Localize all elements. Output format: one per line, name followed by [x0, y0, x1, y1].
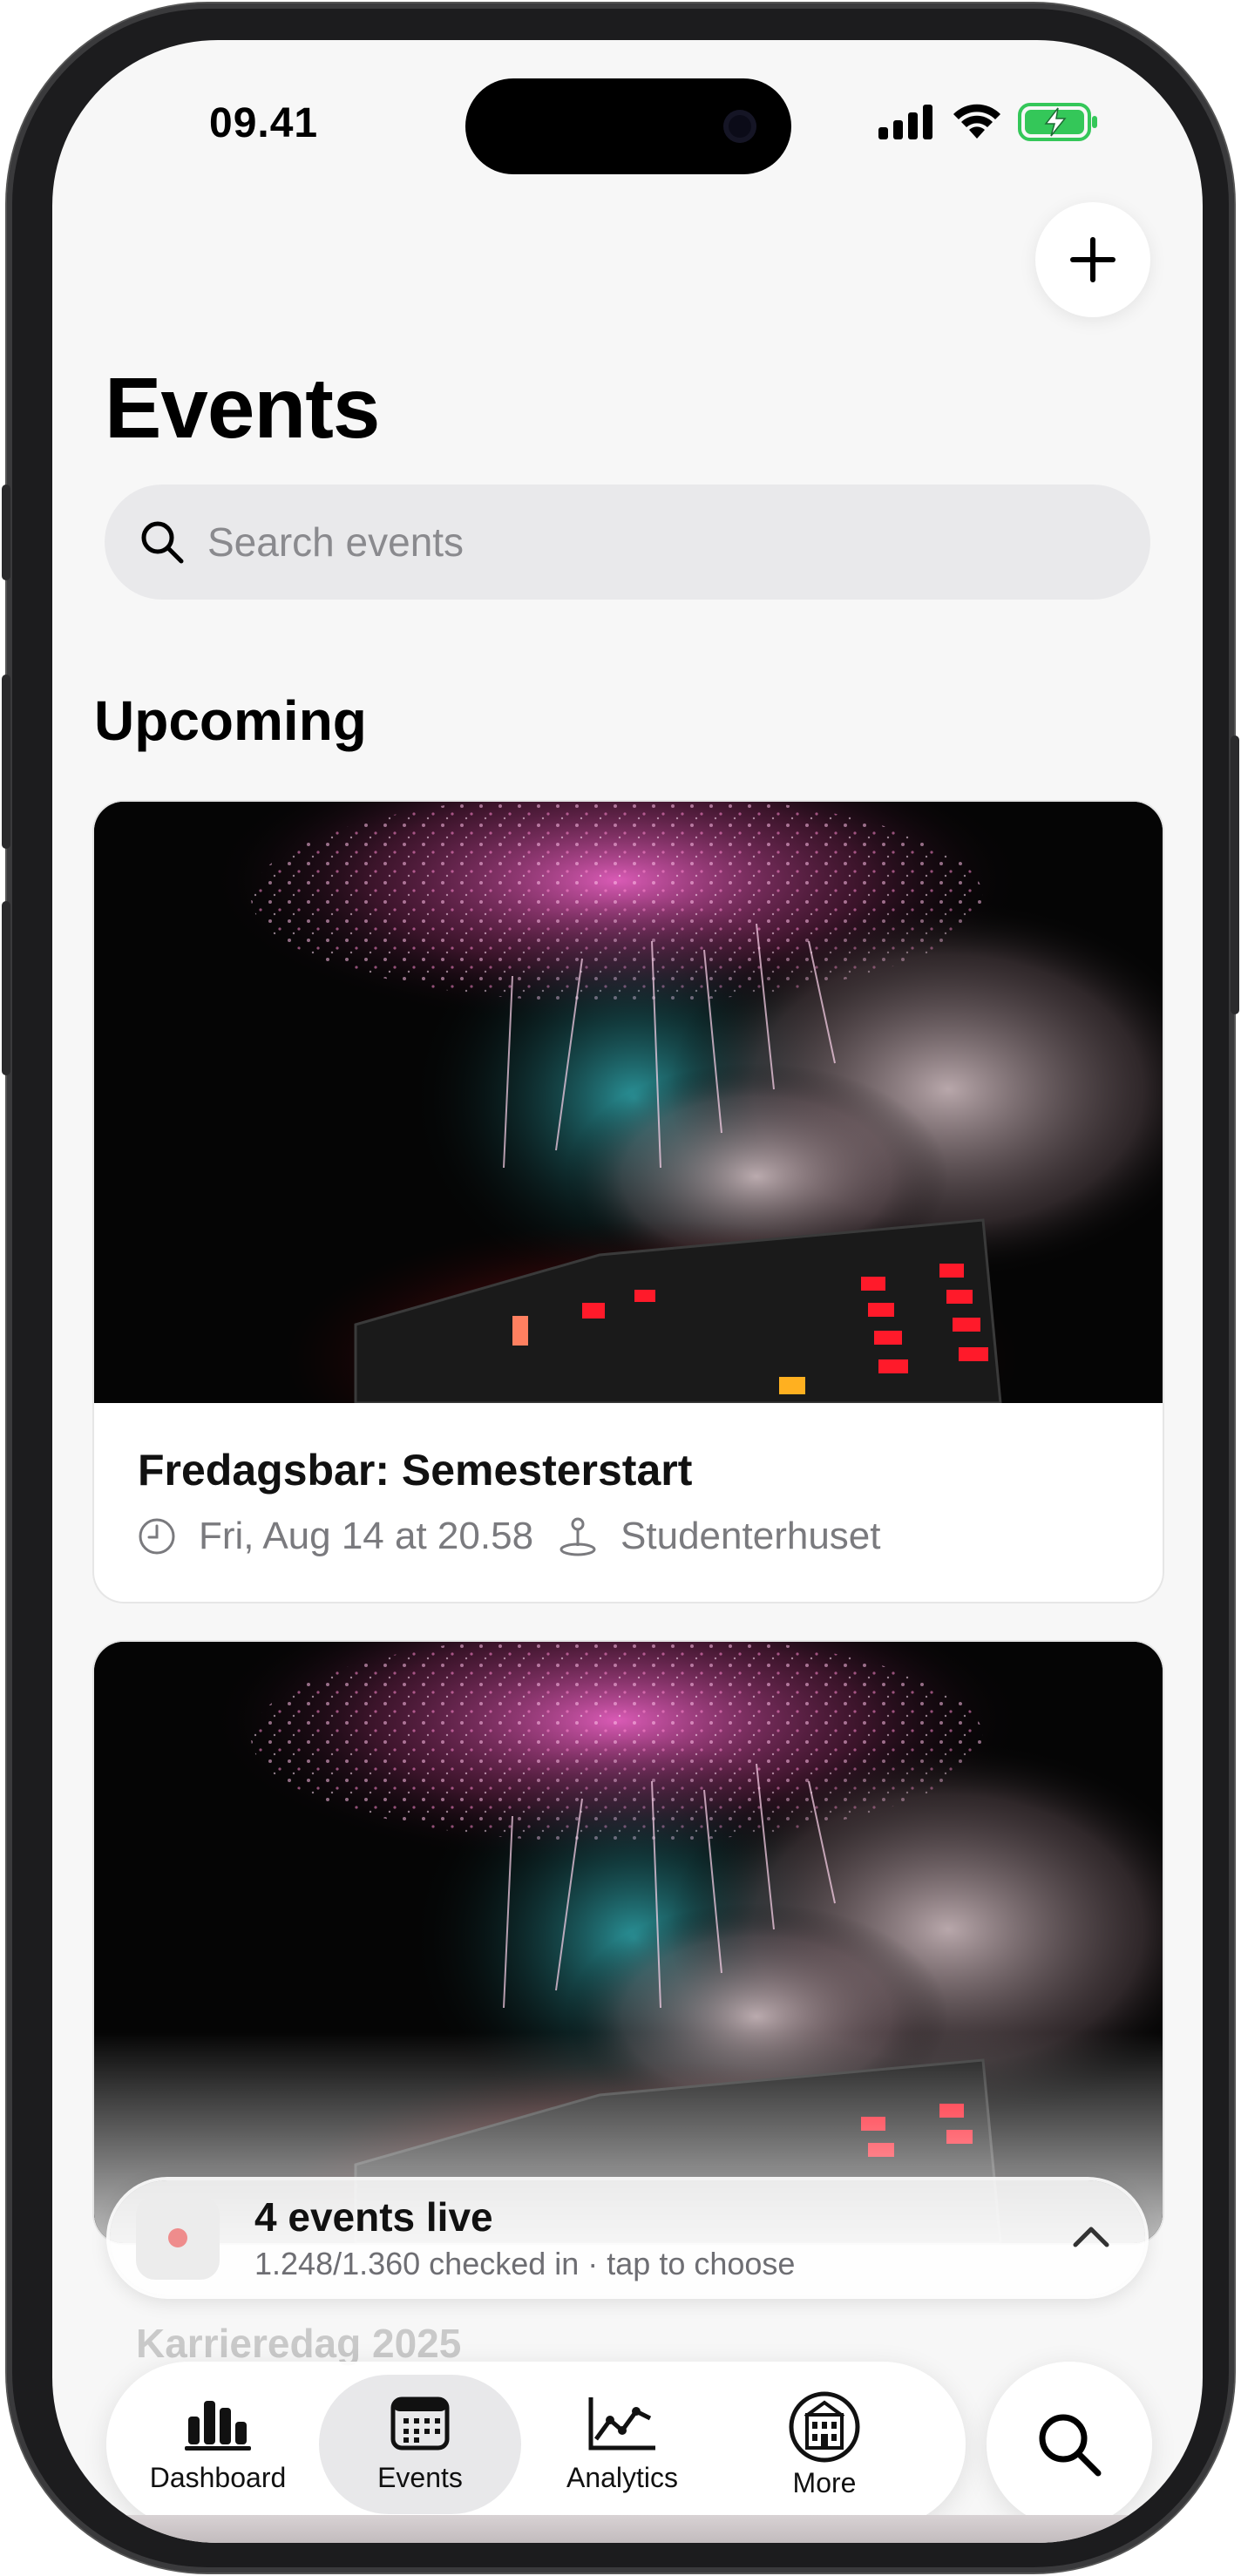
clock-icon	[139, 1518, 175, 1555]
plus-icon	[1070, 237, 1116, 282]
chevron-up-icon[interactable]	[1070, 2217, 1112, 2259]
tab-label: Events	[377, 2461, 463, 2493]
phone-frame: 09.41 Events Search events Upcoming Fred…	[2, 3, 1239, 2573]
search-input[interactable]	[207, 519, 1079, 566]
event-meta: Fri, Aug 14 at 20.58 Studenterhuset	[138, 1515, 1119, 1558]
status-icons	[878, 103, 1098, 141]
section-title-upcoming: Upcoming	[94, 689, 367, 752]
tab-label: Dashboard	[149, 2461, 287, 2493]
live-text: 4 events live 1.248/1.360 checked in · t…	[254, 2193, 795, 2282]
event-date: Fri, Aug 14 at 20.58	[199, 1515, 534, 1557]
power-button	[1231, 736, 1239, 1014]
dynamic-island	[465, 78, 791, 174]
tab-dashboard[interactable]: Dashboard	[117, 2375, 319, 2514]
wifi-icon	[953, 104, 1000, 139]
camera-icon	[723, 110, 756, 143]
tab-more[interactable]: More	[723, 2375, 926, 2514]
event-info: Fredagsbar: Semesterstart Fri, Aug 14 at…	[94, 1403, 1163, 1602]
fireworks-image	[94, 1642, 1163, 2243]
event-image-fireworks	[94, 1642, 1163, 2243]
action-button	[2, 485, 10, 580]
building-badge-icon	[789, 2391, 860, 2462]
event-card[interactable]	[94, 1642, 1163, 2243]
fireworks-image	[94, 802, 1163, 1403]
volume-down-button	[2, 901, 10, 1075]
tab-analytics[interactable]: Analytics	[521, 2375, 723, 2514]
search-icon	[141, 521, 184, 564]
tab-events[interactable]: Events	[319, 2375, 521, 2514]
calendar-icon	[390, 2396, 450, 2450]
line-chart-icon	[588, 2396, 655, 2450]
event-name: Fredagsbar: Semesterstart	[138, 1446, 693, 1495]
tab-bar: Dashboard Events Analytics More	[106, 2362, 966, 2527]
search-button[interactable]	[987, 2362, 1152, 2527]
volume-up-button	[2, 675, 10, 849]
battery-charging-icon	[1018, 103, 1097, 141]
live-dot-icon	[168, 2228, 187, 2247]
tab-label: More	[792, 2466, 857, 2498]
search-bar[interactable]	[105, 485, 1150, 600]
cellular-signal-icon	[878, 105, 932, 139]
screen: 09.41 Events Search events Upcoming Fred…	[52, 40, 1203, 2543]
next-card-peek	[52, 2515, 1203, 2543]
event-image-fireworks	[94, 802, 1163, 1403]
status-time: 09.41	[209, 100, 319, 146]
tab-label: Analytics	[566, 2461, 679, 2493]
live-indicator	[136, 2196, 220, 2280]
add-event-button[interactable]	[1035, 202, 1150, 317]
search-icon	[1039, 2414, 1102, 2477]
page-title: Events	[105, 360, 380, 456]
event-name: Karrieredag 2025	[136, 2321, 462, 2366]
live-title: 4 events live	[254, 2194, 493, 2240]
event-location: Studenterhuset	[620, 1515, 881, 1557]
bar-chart-icon	[185, 2400, 251, 2451]
event-card[interactable]: Fredagsbar: Semesterstart Fri, Aug 14 at…	[94, 802, 1163, 1602]
map-pin-icon	[559, 1517, 596, 1556]
live-subtitle: 1.248/1.360 checked in · tap to choose	[254, 2246, 796, 2281]
live-events-banner[interactable]: 4 events live 1.248/1.360 checked in · t…	[110, 2180, 1145, 2295]
